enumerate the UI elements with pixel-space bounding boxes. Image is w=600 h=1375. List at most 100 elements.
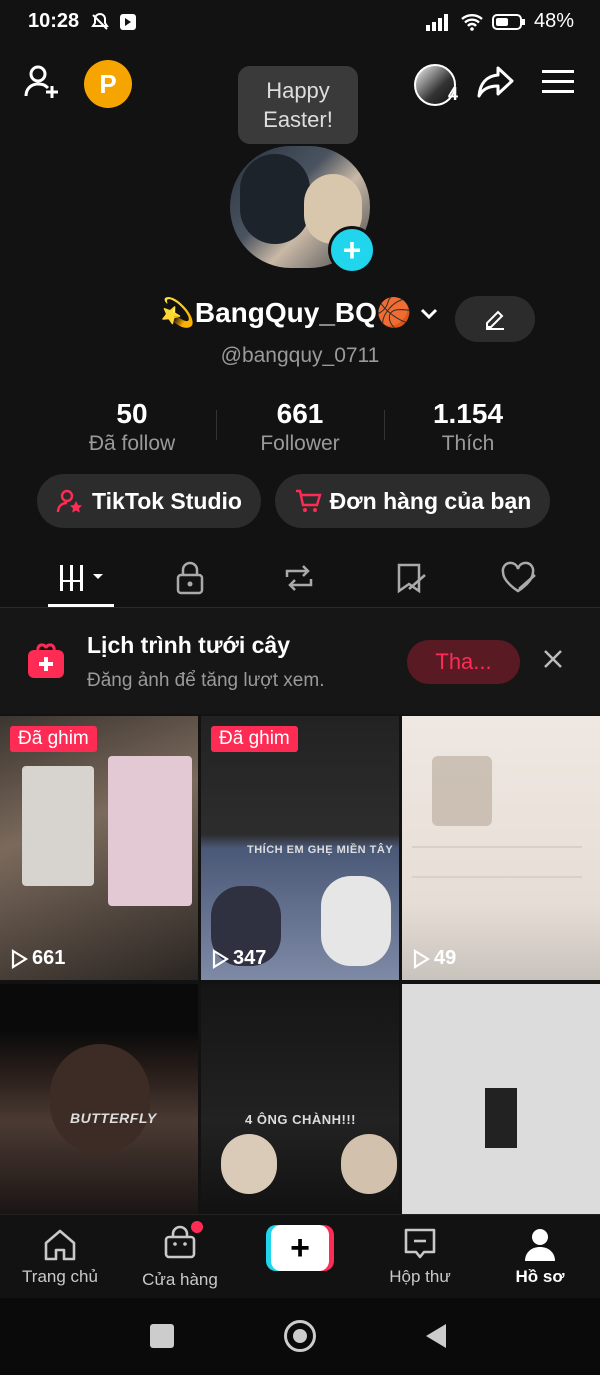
play-icon	[11, 948, 28, 969]
tab-private[interactable]	[150, 550, 230, 606]
lock-icon	[176, 561, 204, 595]
nav-profile[interactable]: Hồ sơ	[480, 1215, 600, 1299]
bubble-line-2: Easter!	[263, 107, 333, 132]
add-friend-button[interactable]	[20, 60, 64, 104]
nav-inbox[interactable]: Hộp thư	[360, 1215, 480, 1299]
cart-icon	[295, 489, 322, 512]
view-count-text: 347	[233, 947, 267, 969]
pencil-icon	[486, 310, 504, 330]
recents-icon[interactable]	[150, 1324, 174, 1348]
orders-button[interactable]: Đơn hàng của bạn	[275, 474, 550, 528]
tab-reposts[interactable]	[259, 550, 339, 606]
view-count: 661	[10, 947, 65, 970]
close-promo-button[interactable]	[538, 645, 568, 675]
plus-icon: +	[271, 1225, 329, 1271]
pinned-badge: Đã ghim	[211, 726, 298, 752]
stat-following-num: 50	[116, 398, 148, 429]
chevron-down-icon	[420, 308, 437, 319]
play-icon	[212, 948, 229, 969]
share-icon	[477, 66, 514, 98]
stat-followers-label: Follower	[260, 432, 340, 455]
video-thumbnail[interactable]	[402, 984, 600, 1214]
video-thumbnail[interactable]: Đã ghim THÍCH EM GHẸ MIỀN TÂY 347	[201, 716, 399, 980]
view-count: 347	[211, 947, 266, 970]
heart-off-icon	[501, 561, 536, 593]
signal-icon	[425, 13, 448, 31]
video-caption: 4 ÔNG CHÀNH!!!	[245, 1112, 356, 1127]
friends-button[interactable]: 4	[412, 62, 462, 106]
view-count-text: 661	[32, 947, 66, 969]
notification-muted-icon	[91, 12, 109, 30]
view-count: 49	[412, 947, 456, 970]
tab-liked[interactable]	[478, 550, 558, 606]
stat-likes[interactable]: 1.154 Thích	[388, 398, 548, 456]
video-thumbnail[interactable]: 49	[402, 716, 600, 980]
repost-icon	[285, 565, 313, 591]
app-notification-icon	[120, 14, 136, 30]
coin-button[interactable]: P	[84, 60, 132, 108]
stat-divider	[216, 410, 217, 440]
home-system-icon[interactable]	[284, 1320, 316, 1352]
stat-followers-num: 661	[276, 398, 324, 429]
home-icon	[44, 1229, 76, 1261]
back-icon[interactable]	[424, 1322, 450, 1350]
nav-shop[interactable]: Cửa hàng	[120, 1215, 240, 1299]
promo-join-button[interactable]: Tha...	[407, 640, 520, 684]
coin-label: P	[99, 68, 117, 99]
system-nav-bar	[0, 1298, 600, 1375]
battery-percent: 48%	[533, 10, 574, 32]
status-time: 10:28	[28, 10, 80, 32]
easter-bubble: Happy Easter!	[238, 66, 358, 144]
add-story-button[interactable]: +	[328, 226, 376, 274]
profile-tabs	[0, 550, 600, 608]
stat-following[interactable]: 50 Đã follow	[52, 398, 212, 456]
play-icon	[413, 948, 430, 969]
username: @bangquy_0711	[220, 344, 380, 367]
create-button[interactable]: +	[266, 1225, 334, 1271]
stat-followers[interactable]: 661 Follower	[220, 398, 380, 456]
tab-favorites[interactable]	[370, 550, 450, 606]
notification-dot	[191, 1220, 203, 1233]
video-thumbnail[interactable]: Đã ghim 661	[0, 716, 198, 980]
gift-icon	[28, 643, 64, 678]
hamburger-icon	[542, 70, 574, 93]
tab-videos[interactable]	[43, 550, 123, 606]
bottom-nav: Trang chủ Cửa hàng + Hộp thư Hồ sơ	[0, 1214, 600, 1299]
close-icon	[544, 650, 562, 668]
display-name: 💫BangQuy_BQ🏀	[160, 297, 412, 328]
studio-icon	[56, 489, 83, 513]
display-name-row[interactable]: 💫BangQuy_BQ🏀	[160, 296, 440, 329]
battery-icon	[491, 13, 525, 30]
view-count-text: 49	[434, 947, 457, 969]
edit-profile-button[interactable]	[455, 296, 535, 342]
orders-label: Đơn hàng của bạn	[329, 487, 532, 514]
profile-icon	[525, 1229, 555, 1261]
nav-inbox-label: Hộp thư	[389, 1267, 451, 1286]
nav-profile-label: Hồ sơ	[515, 1267, 565, 1286]
share-profile-button[interactable]	[474, 60, 518, 104]
grid-icon	[60, 565, 103, 591]
bookmark-off-icon	[397, 563, 426, 594]
tiktok-studio-label: TikTok Studio	[92, 487, 242, 514]
status-bar: 10:28 48%	[0, 0, 600, 46]
plus-icon: +	[342, 231, 362, 268]
video-thumbnail[interactable]: BUTTERFLY	[0, 984, 198, 1214]
promo-subtitle: Đăng ảnh để tăng lượt xem.	[87, 670, 325, 691]
stat-likes-num: 1.154	[432, 398, 504, 429]
nav-home-label: Trang chủ	[22, 1267, 98, 1286]
friends-count: 4	[448, 84, 459, 104]
stat-likes-label: Thích	[441, 432, 495, 455]
video-thumbnail[interactable]: 4 ÔNG CHÀNH!!!	[201, 984, 399, 1214]
pinned-badge: Đã ghim	[10, 726, 97, 752]
nav-shop-label: Cửa hàng	[142, 1269, 218, 1289]
menu-button[interactable]	[536, 60, 580, 104]
video-caption: THÍCH EM GHẸ MIỀN TÂY	[247, 844, 394, 856]
add-user-icon	[24, 65, 58, 98]
stat-following-label: Đã follow	[88, 432, 176, 455]
nav-home[interactable]: Trang chủ	[0, 1215, 120, 1299]
inbox-icon	[404, 1228, 436, 1259]
bubble-line-1: Happy	[266, 78, 330, 103]
wifi-icon	[461, 13, 483, 31]
tiktok-studio-button[interactable]: TikTok Studio	[37, 474, 261, 528]
promo-title: Lịch trình tưới cây	[87, 632, 290, 658]
